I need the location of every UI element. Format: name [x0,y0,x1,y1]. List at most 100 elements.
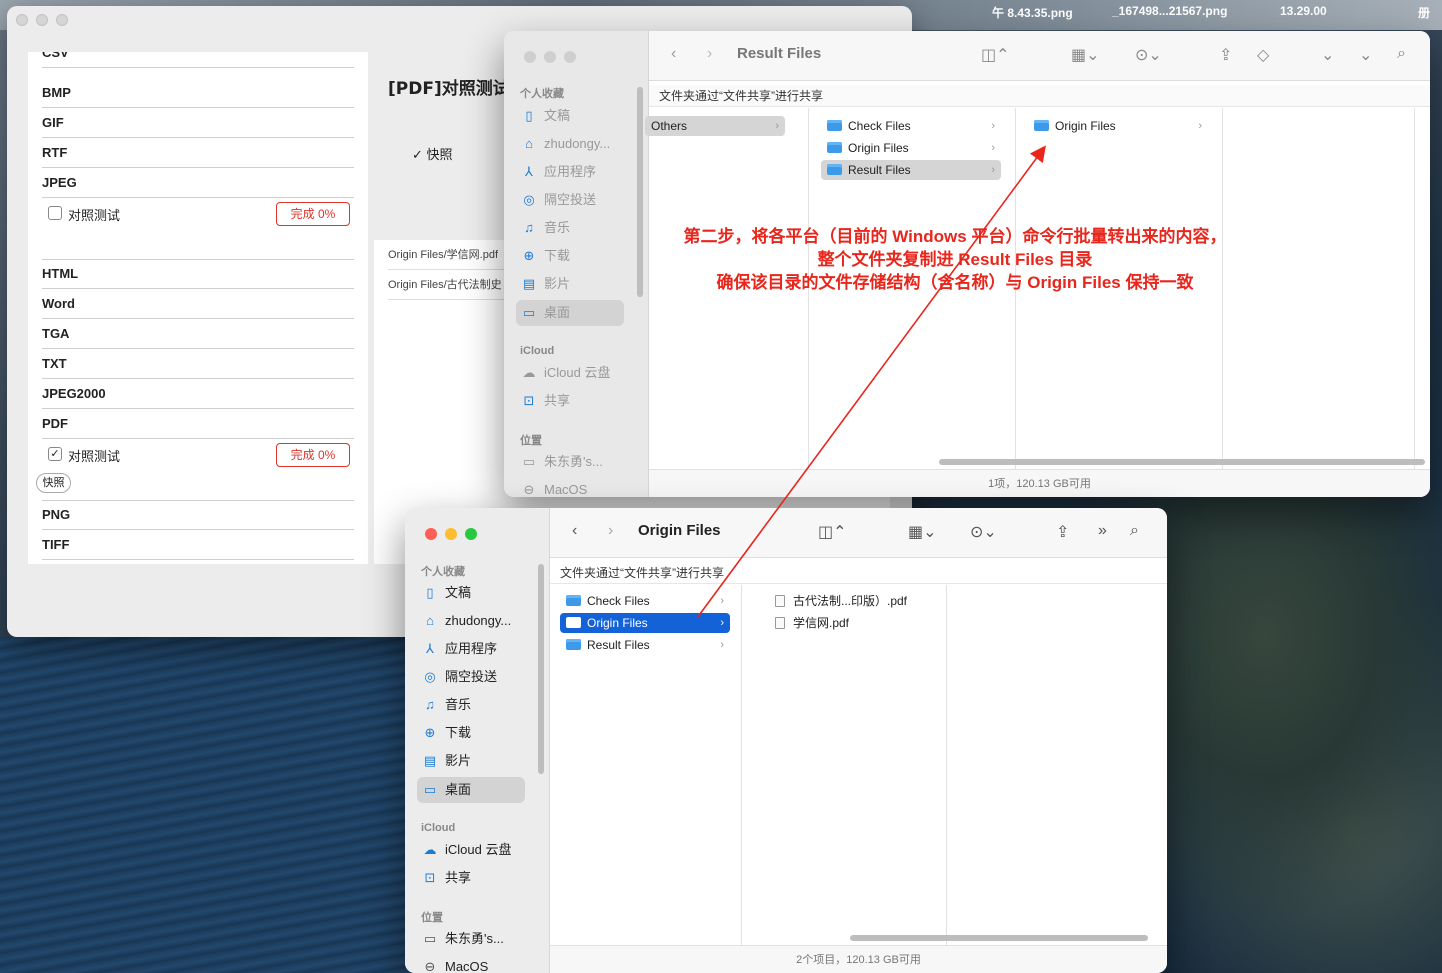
page-title: [PDF]对照测试 [388,79,510,99]
sidebar-item-desktop[interactable]: ▭ 桌面 [417,777,525,803]
forward-icon[interactable]: › [707,45,712,63]
format-row-txt[interactable]: TXT [42,349,354,379]
group-icon[interactable]: ▦⌄ [908,522,937,542]
sidebar-item-desktop[interactable]: ▭ 桌面 [516,300,624,326]
sidebar-item-downloads[interactable]: ⊕ 下载 [516,243,570,269]
zoom-button[interactable] [56,14,68,26]
format-row-rtf[interactable]: RTF [42,138,354,168]
folder-item-result-files[interactable]: Result Files › [560,635,730,655]
desktop-file-label-3[interactable]: 13.29.00 [1280,4,1327,18]
folder-item-origin-files[interactable]: Origin Files › [560,613,730,633]
sidebar-item-music[interactable]: ♫ 音乐 [516,215,570,241]
close-button[interactable] [524,51,536,63]
folder-item-check-files[interactable]: Check Files › [821,116,1001,136]
sidebar-item-documents[interactable]: ▯ 文稿 [516,103,570,129]
minimize-button[interactable] [445,528,457,540]
sidebar-item-home[interactable]: ⌂ zhudongy... [516,131,610,157]
sidebar-item-icloud-drive[interactable]: ☁ iCloud 云盘 [417,837,512,863]
zoom-button[interactable] [564,51,576,63]
format-row-jpeg2000[interactable]: JPEG2000 [42,379,354,409]
sidebar-item-music[interactable]: ♫ 音乐 [417,692,471,718]
sidebar-item-computer[interactable]: ▭ 朱东勇's... [417,926,504,952]
sidebar-item-macos[interactable]: ⊖ MacOS [417,954,489,973]
sidebar-item-movies[interactable]: ▤ 影片 [516,271,570,297]
forward-icon[interactable]: › [608,522,613,540]
finder-sidebar: 个人收藏 ▯ 文稿 ⌂ zhudongy... ⅄ 应用程序 ◎ 隔空投送 ♫ 音乐 ⊕ 下… [405,508,550,973]
annotation-line-2: 整个文件夹复制进 Result Files 目录 [817,250,1093,269]
horizontal-scrollbar[interactable] [850,935,1148,941]
back-icon[interactable]: ‹ [572,522,577,540]
group-icon[interactable]: ▦⌄ [1071,45,1100,65]
minimize-button[interactable] [36,14,48,26]
finder-toolbar: ‹ › Origin Files ◫⌃ ▦⌄ ⊙⌄ ⇪ » ⌕ [550,508,1167,558]
folder-item-check-files[interactable]: Check Files › [560,591,730,611]
sidebar-scrollbar[interactable] [538,564,544,774]
file-item-pdf[interactable]: 古代法制...印版）.pdf [769,591,939,611]
sidebar-item-shared[interactable]: ⊡ 共享 [516,388,570,414]
more-icon[interactable]: ⊙⌄ [1135,45,1162,65]
sidebar-item-computer[interactable]: ▭ 朱东勇's... [516,449,603,475]
tag-icon[interactable]: ◇ [1257,45,1269,65]
sidebar-item-downloads[interactable]: ⊕ 下载 [417,720,471,746]
folder-item-origin-files-copy[interactable]: Origin Files › [1028,116,1208,136]
sidebar-item-macos[interactable]: ⊖ MacOS [516,477,588,497]
desktop-file-label-2[interactable]: _167498...21567.png [1112,4,1227,18]
back-icon[interactable]: ‹ [671,45,676,63]
format-row-html[interactable]: HTML [42,259,354,289]
folder-icon [827,142,842,153]
sidebar-heading-locations: 位置 [421,912,443,924]
zoom-button[interactable] [465,528,477,540]
file-item-pdf[interactable]: 学信网.pdf [769,613,939,633]
minimize-button[interactable] [544,51,556,63]
format-row-bmp[interactable]: BMP [42,78,354,108]
column-view-icon[interactable]: ◫⌃ [818,522,847,542]
sidebar-item-applications[interactable]: ⅄ 应用程序 [516,159,596,185]
chevron-down-icon[interactable]: ⌄ [1359,45,1372,65]
sidebar-item-applications[interactable]: ⅄ 应用程序 [417,636,497,662]
close-button[interactable] [425,528,437,540]
pdf-compare-label: 对照测试 [68,449,121,464]
finder-window-origin: 个人收藏 ▯ 文稿 ⌂ zhudongy... ⅄ 应用程序 ◎ 隔空投送 ♫ 音乐 ⊕ 下… [405,508,1167,973]
shared-folder-icon: ⊡ [424,870,436,885]
format-row-pdf[interactable]: PDF [42,409,354,439]
jpeg-done-button[interactable]: 完成 0% [276,202,350,226]
finder-sidebar: 个人收藏 ▯ 文稿 ⌂ zhudongy... ⅄ 应用程序 ◎ 隔空投送 ♫ 音乐 ⊕ 下… [504,31,649,497]
desktop-file-label-4[interactable]: 册 [1418,4,1430,21]
folder-item-others[interactable]: Others › [645,116,785,136]
sidebar-item-airdrop[interactable]: ◎ 隔空投送 [417,664,497,690]
format-row-jpeg[interactable]: JPEG [42,168,354,198]
sidebar-item-airdrop[interactable]: ◎ 隔空投送 [516,187,596,213]
annotation-line-1: 第二步，将各平台（目前的 Windows 平台）命令行批量转出来的内容， [683,227,1227,246]
share-icon[interactable]: ⇪ [1219,45,1232,65]
share-icon[interactable]: ⇪ [1056,522,1069,542]
column-view-icon[interactable]: ◫⌃ [981,45,1010,65]
sidebar-item-documents[interactable]: ▯ 文稿 [417,580,471,606]
format-row-tiff[interactable]: TIFF [42,530,354,560]
format-row-gif[interactable]: GIF [42,108,354,138]
sidebar-item-shared[interactable]: ⊡ 共享 [417,865,471,891]
format-row-word[interactable]: Word [42,289,354,319]
close-button[interactable] [16,14,28,26]
format-row-tga[interactable]: TGA [42,319,354,349]
format-row-csv[interactable]: CSV [42,52,354,68]
desktop-file-label-1[interactable]: 午 8.43.35.png [992,4,1073,21]
home-icon: ⌂ [525,136,533,151]
search-icon[interactable]: ⌕ [1130,522,1139,540]
document-icon: ▯ [426,585,434,600]
jpeg-compare-checkbox[interactable] [48,206,62,220]
more-icon[interactable]: ⊙⌄ [970,522,997,542]
horizontal-scrollbar[interactable] [939,459,1425,465]
format-row-png[interactable]: PNG [42,500,354,530]
sidebar-item-icloud-drive[interactable]: ☁ iCloud 云盘 [516,360,611,386]
pdf-done-button[interactable]: 完成 0% [276,443,350,467]
chevron-down-icon[interactable]: ⌄ [1321,45,1334,65]
search-icon[interactable]: ⌕ [1397,45,1406,63]
folder-item-result-files[interactable]: Result Files › [821,160,1001,180]
snapshot-checkbox[interactable]: ✓ 快照 [412,144,453,163]
folder-item-origin-files[interactable]: Origin Files › [821,138,1001,158]
pdf-compare-checkbox[interactable]: ✓ [48,447,62,461]
sidebar-item-home[interactable]: ⌂ zhudongy... [417,608,511,634]
pdf-snapshot-button[interactable]: 快照 [36,473,71,493]
overflow-icon[interactable]: » [1098,522,1107,540]
sidebar-item-movies[interactable]: ▤ 影片 [417,748,471,774]
